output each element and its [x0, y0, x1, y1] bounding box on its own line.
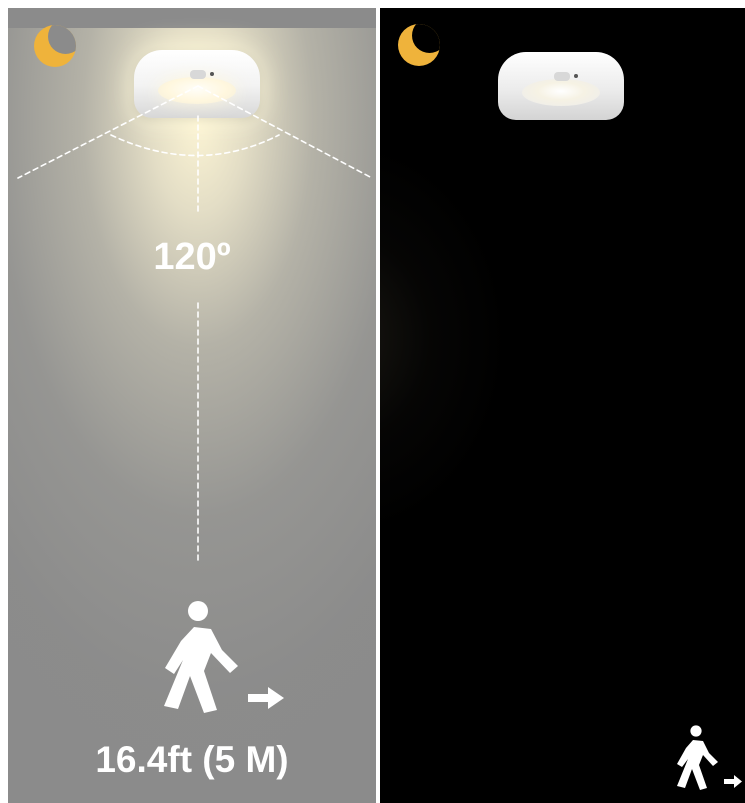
left-panel-light-on: 120º 16.4ft (5 M): [8, 8, 376, 803]
walking-person-icon: [677, 725, 742, 790]
right-panel-light-off: [380, 8, 745, 803]
left-angle-line: [17, 85, 199, 179]
sensor-dot: [574, 74, 578, 78]
detection-angle-label: 120º: [153, 236, 231, 278]
angle-arc: [110, 134, 280, 157]
comparison-image: 120º 16.4ft (5 M): [0, 0, 745, 803]
dim-glow: [380, 138, 510, 538]
motion-sensor: [554, 72, 570, 81]
lamp-icon: [498, 52, 624, 120]
arrow-right-icon: [734, 775, 742, 788]
lamp-lens: [522, 79, 600, 106]
walking-person-icon: [164, 601, 284, 713]
right-angle-line: [197, 85, 373, 179]
arrow-right-icon: [268, 687, 284, 709]
moon-icon: [398, 24, 440, 66]
detection-distance-label: 16.4ft (5 M): [95, 739, 289, 780]
